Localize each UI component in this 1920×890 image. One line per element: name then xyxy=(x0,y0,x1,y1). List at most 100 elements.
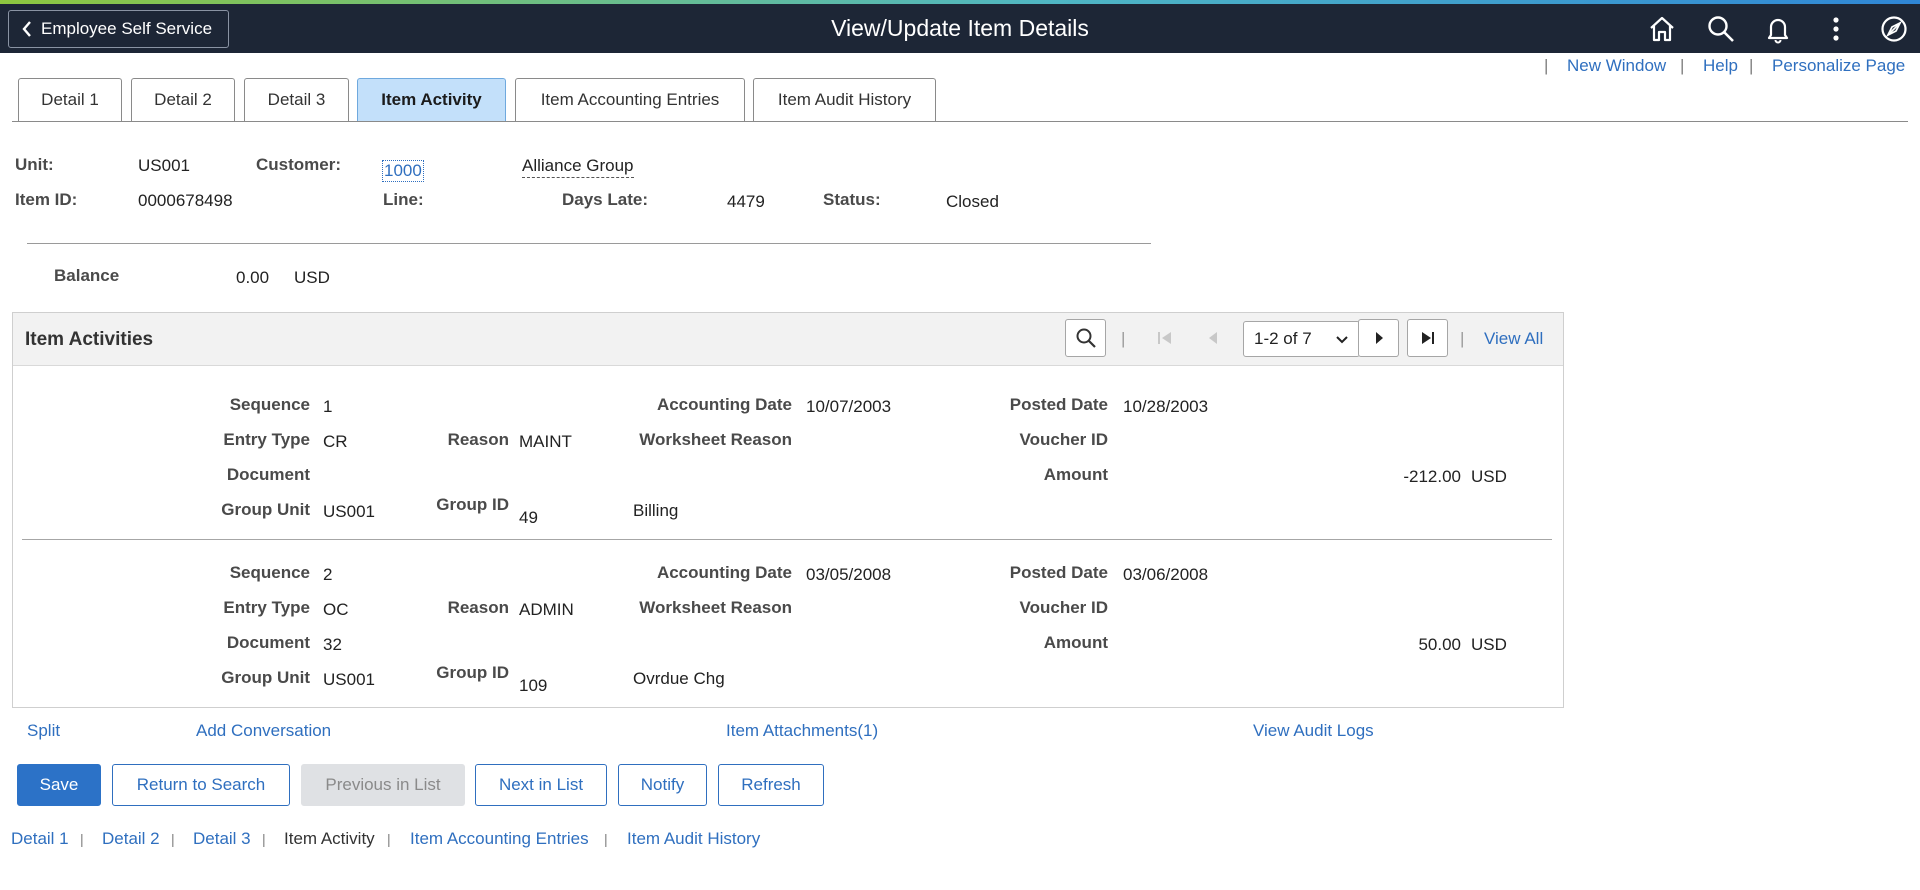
worksheet-reason-label: Worksheet Reason xyxy=(639,598,792,617)
item-id-label: Item ID: xyxy=(15,190,78,209)
amount-label: Amount xyxy=(1043,633,1108,652)
more-icon[interactable] xyxy=(1820,13,1852,45)
tab-detail-3[interactable]: Detail 3 xyxy=(244,78,349,121)
footer-link-detail-3[interactable]: Detail 3 xyxy=(193,829,251,849)
group-unit-value: US001 xyxy=(323,670,375,689)
amount-label: Amount xyxy=(1043,465,1108,484)
tab-detail-2[interactable]: Detail 2 xyxy=(131,78,235,121)
back-button-label: Employee Self Service xyxy=(41,19,213,38)
document-label: Document xyxy=(226,465,310,484)
item-id-value: 0000678498 xyxy=(138,191,233,210)
row-divider xyxy=(22,539,1552,540)
entry-type-label: Entry Type xyxy=(223,598,310,617)
document-value: 32 xyxy=(323,635,342,654)
group-description: Ovrdue Chg xyxy=(633,669,725,688)
previous-page-icon xyxy=(1195,319,1231,357)
customer-name[interactable]: Alliance Group xyxy=(522,156,634,178)
separator: | xyxy=(80,831,84,847)
document-label: Document xyxy=(226,633,310,652)
days-late-value: 4479 xyxy=(727,192,765,211)
navigator-icon[interactable] xyxy=(1878,13,1910,45)
search-icon[interactable] xyxy=(1705,13,1737,45)
chevron-down-icon xyxy=(1336,336,1348,344)
sequence-label: Sequence xyxy=(229,563,310,582)
amount-currency: USD xyxy=(1471,635,1507,654)
status-label: Status: xyxy=(823,190,881,209)
refresh-button[interactable]: Refresh xyxy=(718,764,824,806)
back-button[interactable]: Employee Self Service xyxy=(8,10,229,48)
sequence-label: Sequence xyxy=(229,395,310,414)
save-button[interactable]: Save xyxy=(17,764,101,806)
customer-id-link[interactable]: 1000 xyxy=(382,160,424,182)
group-id-label: Group ID xyxy=(436,495,509,514)
footer-link-detail-1[interactable]: Detail 1 xyxy=(11,829,69,849)
group-unit-value: US001 xyxy=(323,502,375,521)
reason-value: ADMIN xyxy=(519,600,574,619)
reason-label: Reason xyxy=(447,598,509,617)
chevron-left-icon xyxy=(22,21,31,37)
group-id-link[interactable]: 109 xyxy=(519,676,547,696)
separator: | xyxy=(387,831,391,847)
view-audit-logs-link[interactable]: View Audit Logs xyxy=(1253,721,1374,741)
entry-type-value: CR xyxy=(323,432,348,451)
line-label: Line: xyxy=(383,190,424,209)
help-link[interactable]: Help xyxy=(1703,56,1738,76)
worksheet-reason-label: Worksheet Reason xyxy=(639,430,792,449)
notify-button[interactable]: Notify xyxy=(618,764,707,806)
footer-link-item-accounting-entries[interactable]: Item Accounting Entries xyxy=(410,829,589,849)
home-icon[interactable] xyxy=(1646,13,1678,45)
grid-title: Item Activities xyxy=(25,329,154,350)
add-conversation-link[interactable]: Add Conversation xyxy=(196,721,331,741)
item-attachments-link[interactable]: Item Attachments(1) xyxy=(726,721,878,741)
footer-current-item-activity: Item Activity xyxy=(284,829,375,848)
sequence-value: 1 xyxy=(323,397,333,416)
return-to-search-button[interactable]: Return to Search xyxy=(112,764,290,806)
last-page-icon xyxy=(1421,332,1434,344)
next-in-list-button[interactable]: Next in List xyxy=(475,764,607,806)
posted-date-value: 03/06/2008 xyxy=(1123,565,1209,584)
group-unit-label: Group Unit xyxy=(221,668,310,687)
footer-link-item-audit-history[interactable]: Item Audit History xyxy=(627,829,760,849)
balance-value: 0.00 xyxy=(236,268,270,287)
tab-item-accounting-entries[interactable]: Item Accounting Entries xyxy=(515,78,745,121)
tab-item-activity[interactable]: Item Activity xyxy=(357,78,506,121)
accounting-date-label: Accounting Date xyxy=(656,395,792,414)
grid-search-button[interactable] xyxy=(1065,319,1106,357)
amount-value: -212.00 xyxy=(1403,467,1461,486)
balance-label: Balance xyxy=(54,266,120,285)
divider xyxy=(27,243,1151,244)
personalize-page-link[interactable]: Personalize Page xyxy=(1772,56,1905,76)
reason-value: MAINT xyxy=(519,432,572,451)
tab-item-audit-history[interactable]: Item Audit History xyxy=(753,78,936,121)
tab-detail-1[interactable]: Detail 1 xyxy=(18,78,122,121)
footer-link-detail-2[interactable]: Detail 2 xyxy=(102,829,160,849)
unit-label: Unit: xyxy=(15,155,54,174)
separator: | xyxy=(1749,56,1754,75)
view-all-link[interactable]: View All xyxy=(1484,329,1543,349)
accounting-date-label: Accounting Date xyxy=(656,563,792,582)
last-page-button[interactable] xyxy=(1407,319,1448,357)
bell-icon[interactable] xyxy=(1762,13,1794,45)
tab-baseline xyxy=(12,121,1908,122)
next-page-button[interactable] xyxy=(1358,319,1399,357)
days-late-label: Days Late: xyxy=(562,190,648,209)
split-link[interactable]: Split xyxy=(27,721,60,741)
next-icon xyxy=(1375,332,1383,344)
item-activities-grid: Item Activities | 1-2 of 7 | View All Se… xyxy=(12,312,1564,708)
page-title: View/Update Item Details xyxy=(831,15,1089,41)
separator: | xyxy=(1680,56,1685,75)
new-window-link[interactable]: New Window xyxy=(1567,56,1666,76)
separator: | xyxy=(171,831,175,847)
unit-value: US001 xyxy=(138,156,190,175)
group-id-link[interactable]: 49 xyxy=(519,508,538,528)
entry-type-value: OC xyxy=(323,600,349,619)
posted-date-value: 10/28/2003 xyxy=(1123,397,1209,416)
posted-date-label: Posted Date xyxy=(1009,563,1108,582)
amount-value: 50.00 xyxy=(1418,635,1461,654)
app-header: Employee Self Service View/Update Item D… xyxy=(0,4,1920,53)
page-range-select[interactable]: 1-2 of 7 xyxy=(1243,321,1360,357)
previous-in-list-button: Previous in List xyxy=(301,764,465,806)
amount-currency: USD xyxy=(1471,467,1507,486)
group-unit-label: Group Unit xyxy=(221,500,310,519)
separator: | xyxy=(262,831,266,847)
